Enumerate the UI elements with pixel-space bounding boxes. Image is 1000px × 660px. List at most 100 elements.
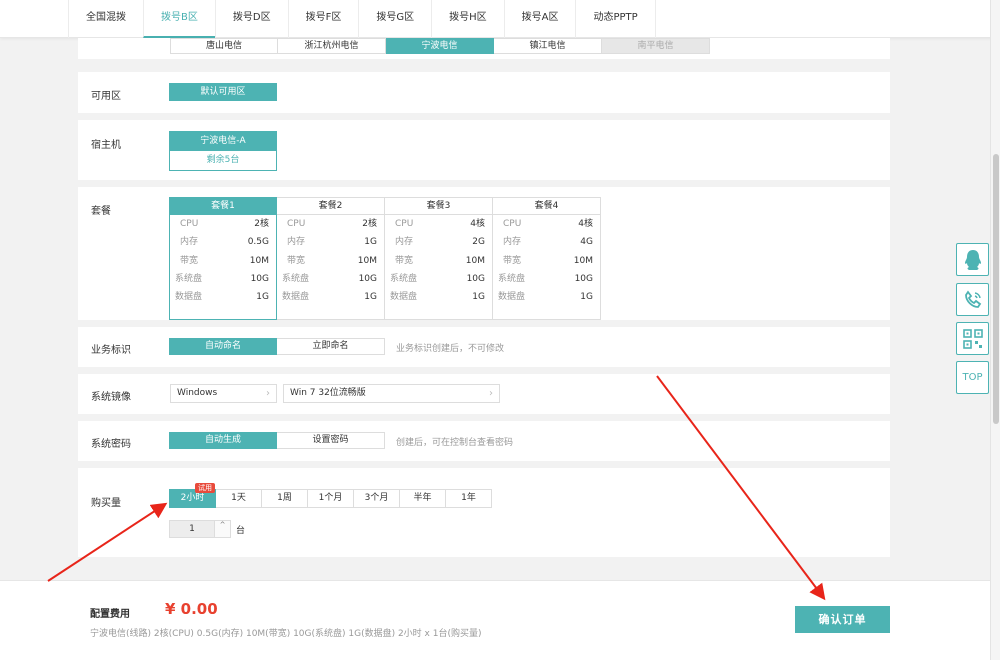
region-tab[interactable]: 动态PPTP	[575, 0, 656, 38]
config-fee-label: 配置费用	[90, 609, 130, 620]
package-card[interactable]: 套餐2 CPU 2核 内存 1G 带宽 10M 系统盘 10G 数据盘 1G	[277, 197, 385, 320]
total-price: ¥ 0.00	[165, 600, 218, 618]
phone-contact-button[interactable]	[956, 283, 989, 316]
os-select-value: Windows	[177, 388, 218, 398]
duration-option[interactable]: 1个月	[308, 489, 354, 508]
order-summary: 宁波电信(线路) 2核(CPU) 0.5G(内存) 10M(带宽) 10G(系统…	[90, 629, 482, 639]
region-tab-active[interactable]: 拨号B区	[143, 0, 215, 38]
isp-option-disabled: 南平电信	[602, 38, 710, 54]
region-tab[interactable]: 拨号D区	[214, 0, 288, 38]
region-tab[interactable]: 拨号F区	[287, 0, 359, 38]
isp-option-selected[interactable]: 宁波电信	[386, 38, 494, 54]
isp-option[interactable]: 镇江电信	[494, 38, 602, 54]
region-tabs: 全国混拨 拨号B区 拨号D区 拨号F区 拨号G区 拨号H区 拨号A区 动态PPT…	[68, 0, 656, 38]
zone-option-selected[interactable]: 默认可用区	[169, 83, 277, 101]
qrcode-icon	[962, 328, 983, 349]
duration-option[interactable]: 3个月	[354, 489, 400, 508]
duration-option[interactable]: 1天	[216, 489, 262, 508]
host-name: 宁波电信-A	[170, 132, 276, 151]
os-version-value: Win 7 32位流畅版	[290, 388, 366, 398]
scrollbar-thumb[interactable]	[993, 154, 999, 424]
spec-value: 1G	[580, 292, 593, 303]
auto-name-option[interactable]: 自动命名	[169, 338, 277, 355]
zone-panel: 可用区 默认可用区	[78, 72, 890, 113]
package-card-selected[interactable]: 套餐1 CPU 2核 内存 0.5G 带宽 10M 系统盘 10G 数据盘 1G	[169, 197, 277, 320]
spec-value: 10M	[465, 255, 485, 266]
duration-label: 2小时	[180, 493, 205, 503]
package-card[interactable]: 套餐3 CPU 4核 内存 2G 带宽 10M 系统盘 10G 数据盘 1G	[385, 197, 493, 320]
manual-name-option[interactable]: 立即命名	[277, 338, 385, 355]
spec-key: 数据盘	[175, 292, 203, 303]
trial-badge: 试用	[195, 483, 215, 493]
spec-key: 带宽	[395, 255, 414, 266]
spec-value: 0.5G	[247, 237, 269, 248]
region-tab[interactable]: 全国混拨	[68, 0, 143, 38]
password-panel: 系统密码 自动生成 设置密码 创建后，可在控制台查看密码	[78, 421, 890, 461]
duration-option[interactable]: 半年	[400, 489, 446, 508]
spec-key: 内存	[287, 237, 306, 248]
spec-value: 10G	[358, 273, 377, 284]
spec-key: CPU	[395, 219, 414, 229]
duration-option[interactable]: 1年	[446, 489, 492, 508]
quantity-value[interactable]: 1	[170, 521, 214, 537]
spec-key: 系统盘	[498, 273, 526, 284]
spec-value: 10G	[466, 273, 485, 284]
host-remaining: 剩余5台	[170, 151, 276, 170]
quantity-increment[interactable]: ^	[214, 521, 230, 537]
confirm-order-button[interactable]: 确认订单	[795, 606, 890, 633]
spec-value: 10M	[357, 255, 377, 266]
duration-selector: 2小时 试用 1天 1周 1个月 3个月 半年 1年	[169, 483, 492, 508]
back-to-top-button[interactable]: TOP	[956, 361, 989, 394]
auto-password-option[interactable]: 自动生成	[169, 432, 277, 449]
scrollbar[interactable]	[990, 0, 1000, 660]
os-select[interactable]: Windows ›	[170, 384, 277, 403]
spec-key: 内存	[180, 237, 199, 248]
package-card[interactable]: 套餐4 CPU 4核 内存 4G 带宽 10M 系统盘 10G 数据盘 1G	[493, 197, 601, 320]
spec-value: 1G	[256, 292, 269, 303]
duration-option[interactable]: 1周	[262, 489, 308, 508]
spec-value: 2核	[362, 219, 377, 229]
region-tab[interactable]: 拨号A区	[503, 0, 576, 38]
isp-selector: 唐山电信 浙江杭州电信 宁波电信 镇江电信 南平电信	[170, 38, 710, 54]
set-password-option[interactable]: 设置密码	[277, 432, 385, 449]
region-tab[interactable]: 拨号G区	[358, 0, 431, 38]
spec-value: 1G	[364, 292, 377, 303]
spec-value: 4核	[470, 219, 485, 229]
quantity-stepper[interactable]: 1 ^	[169, 520, 231, 538]
qrcode-button[interactable]	[956, 322, 989, 355]
spec-value: 10M	[249, 255, 269, 266]
package-title: 套餐1	[170, 198, 276, 215]
spec-key: 数据盘	[498, 292, 526, 303]
image-panel: 系统镜像 Windows › Win 7 32位流畅版 ›	[78, 374, 890, 414]
region-tab[interactable]: 拨号H区	[431, 0, 504, 38]
spec-key: CPU	[503, 219, 522, 229]
duration-option-selected[interactable]: 2小时 试用	[169, 483, 216, 508]
spec-key: 带宽	[503, 255, 522, 266]
os-version-select[interactable]: Win 7 32位流畅版 ›	[283, 384, 500, 403]
spec-key: 数据盘	[390, 292, 418, 303]
package-label: 套餐	[91, 206, 111, 217]
password-toggle: 自动生成 设置密码	[169, 432, 385, 449]
host-label: 宿主机	[91, 140, 121, 151]
spec-value: 10G	[250, 273, 269, 284]
chevron-up-icon: ^	[219, 521, 226, 529]
isp-option[interactable]: 唐山电信	[170, 38, 278, 54]
package-title: 套餐4	[493, 198, 600, 215]
region-nav: 全国混拨 拨号B区 拨号D区 拨号F区 拨号G区 拨号H区 拨号A区 动态PPT…	[0, 0, 1000, 38]
password-label: 系统密码	[91, 439, 131, 450]
spec-key: CPU	[180, 219, 199, 229]
password-hint: 创建后，可在控制台查看密码	[396, 438, 514, 448]
order-bar: 配置费用 ¥ 0.00 宁波电信(线路) 2核(CPU) 0.5G(内存) 10…	[0, 580, 990, 660]
spec-key: 带宽	[287, 255, 306, 266]
qq-contact-button[interactable]	[956, 243, 989, 276]
chevron-right-icon: ›	[489, 388, 493, 399]
isp-option[interactable]: 浙江杭州电信	[278, 38, 386, 54]
package-title: 套餐2	[277, 198, 384, 215]
spec-key: 系统盘	[282, 273, 310, 284]
spec-value: 10G	[574, 273, 593, 284]
business-id-label: 业务标识	[91, 345, 131, 356]
package-title: 套餐3	[385, 198, 492, 215]
isp-panel: 唐山电信 浙江杭州电信 宁波电信 镇江电信 南平电信	[78, 38, 890, 59]
spec-key: 数据盘	[282, 292, 310, 303]
host-option-selected[interactable]: 宁波电信-A 剩余5台	[169, 131, 277, 171]
